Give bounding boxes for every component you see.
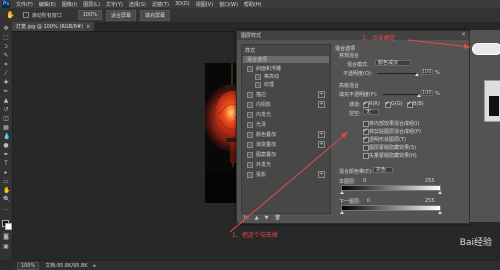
watermark: Bai经验 <box>459 238 492 248</box>
annotation-step-2: 2、点击确定 <box>362 35 396 42</box>
annotation-step-1: 1、把这个勾去掉 <box>232 232 278 239</box>
